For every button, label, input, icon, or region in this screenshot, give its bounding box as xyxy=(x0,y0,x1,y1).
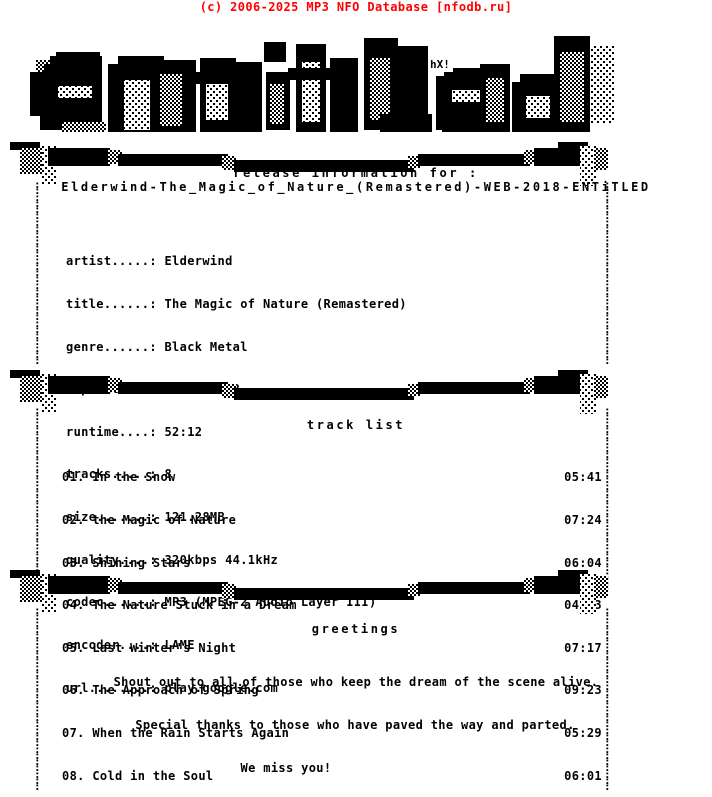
rail-left-tracks: : : : : : : : : : : : : : : : : : : : : … xyxy=(34,404,41,592)
greetings-line: Shout out to all of those who keep the d… xyxy=(113,675,599,690)
track-number: 01. xyxy=(62,470,85,485)
table-row: 02. the Magic of Nature 07:24 xyxy=(62,513,602,527)
greetings-text: Shout out to all of those who keep the d… xyxy=(0,647,712,789)
rail-left-release: : : : : : : : : : : : : : : : : : : : : … xyxy=(34,178,41,368)
rail-right-tracks: : : : : : : : : : : : : : : : : : : : : … xyxy=(604,404,611,592)
field-value: The Magic of Nature (Remastered) xyxy=(164,297,407,312)
rail-right-release: : : : : : : : : : : : : : : : : : : : : … xyxy=(604,178,611,368)
group-logo: hX! xyxy=(0,28,712,140)
logo-signature: hX! xyxy=(428,58,453,72)
field-label: genre......: xyxy=(66,339,157,354)
entitled-logo-art xyxy=(30,36,614,132)
track-title: the Magic of Nature xyxy=(92,513,237,528)
field-label: artist.....: xyxy=(66,254,157,269)
table-row: artist.....: Elderwind xyxy=(66,254,407,268)
nfo-page: { "colors": { "accent_red": "#ff0000", "… xyxy=(0,0,712,792)
field-value: Black Metal xyxy=(164,339,248,354)
table-row: 01. In the Snow 05:41 xyxy=(62,470,602,484)
table-row: genre......: Black Metal xyxy=(66,340,407,354)
greetings-line: We miss you! xyxy=(240,760,332,775)
field-value: Elderwind xyxy=(164,254,233,269)
greetings-line: Special thanks to those who have paved t… xyxy=(135,718,575,733)
table-row: title......: The Magic of Nature (Remast… xyxy=(66,297,407,311)
copyright-banner: (c) 2006-2025 MP3 NFO Database [nfodb.ru… xyxy=(199,0,513,14)
track-number: 02. xyxy=(62,513,85,528)
track-duration: 05:41 xyxy=(564,470,602,485)
track-title: In the Snow xyxy=(92,470,176,485)
track-duration: 07:24 xyxy=(564,513,602,528)
field-label: title......: xyxy=(66,297,157,312)
